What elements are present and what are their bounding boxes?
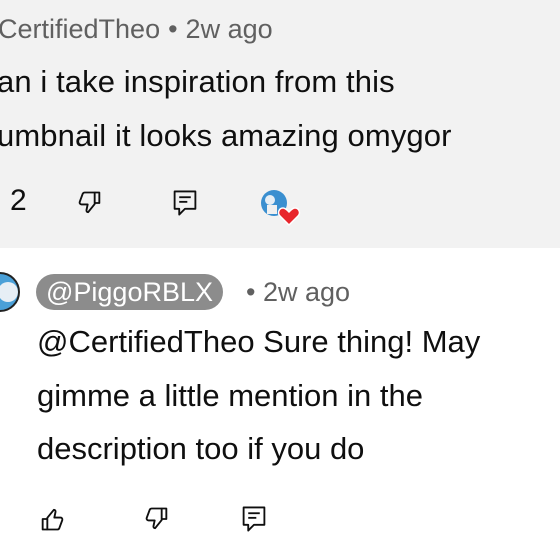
- reply-text-line: @CertifiedTheo Sure thing! May: [37, 324, 481, 359]
- avatar[interactable]: [0, 272, 20, 312]
- comment-author[interactable]: CertifiedTheo: [0, 14, 160, 44]
- reply-text-line: gimme a little mention in the: [37, 378, 423, 413]
- creator-handle-badge[interactable]: @PiggoRBLX: [36, 274, 223, 310]
- thumbs-down-icon[interactable]: [76, 189, 104, 217]
- reply-meta: • 2w ago: [246, 274, 350, 310]
- reply-comment: @PiggoRBLX • 2w ago @CertifiedTheo Sure …: [0, 248, 560, 560]
- reply-time: 2w ago: [262, 277, 351, 307]
- comment-text-line: an i take inspiration from this: [0, 64, 395, 99]
- comment-time: 2w ago: [185, 14, 273, 44]
- reply-icon[interactable]: [240, 504, 268, 534]
- highlighted-comment: CertifiedTheo • 2w ago an i take inspirati…: [0, 0, 560, 248]
- like-count: 2: [10, 184, 27, 217]
- thumbs-up-icon[interactable]: [38, 505, 66, 533]
- reply-text-line: description too if you do: [37, 431, 365, 466]
- comment-text-line: umbnail it looks amazing omygor: [0, 118, 452, 153]
- creator-heart-icon[interactable]: [258, 187, 302, 227]
- comment-meta: CertifiedTheo • 2w ago: [0, 14, 273, 45]
- meta-separator: •: [246, 277, 256, 307]
- thumbs-down-icon[interactable]: [143, 505, 171, 533]
- meta-separator: •: [168, 14, 178, 44]
- reply-icon[interactable]: [171, 188, 199, 218]
